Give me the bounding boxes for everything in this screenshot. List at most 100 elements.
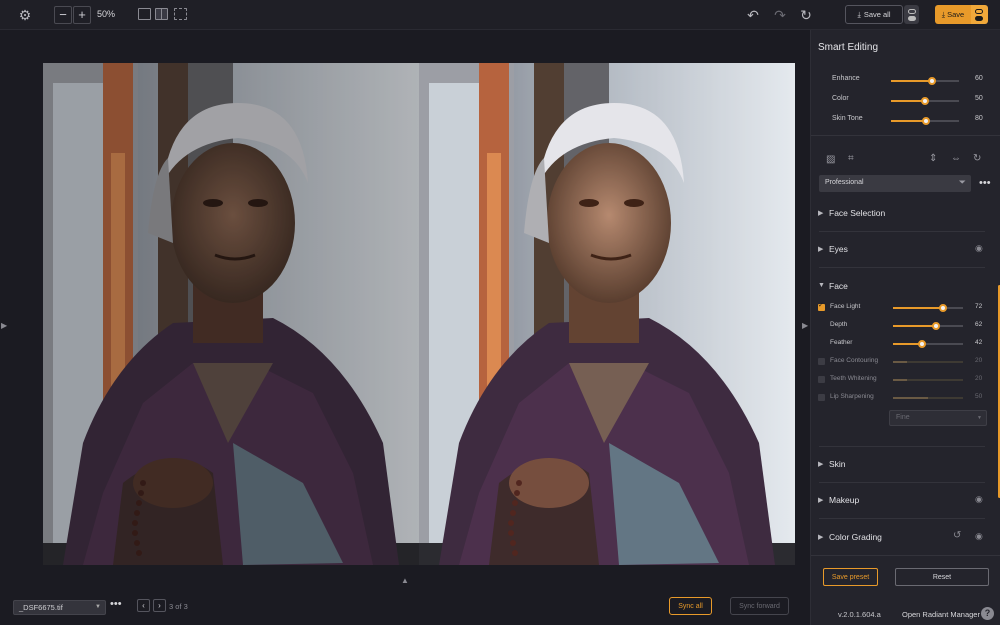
face-light-checkbox[interactable]: [818, 301, 825, 311]
file-name: _DSF6675.tif: [19, 603, 63, 612]
divider: [819, 446, 985, 447]
slider-knob[interactable]: [927, 77, 936, 85]
depth-slider[interactable]: [893, 322, 963, 330]
section-color-grading[interactable]: ▶ Color Grading ↺ ◉: [811, 530, 1000, 546]
zoom-in-button[interactable]: +: [73, 6, 91, 24]
enhance-slider[interactable]: [891, 77, 959, 85]
bottom-bar: _DSF6675.tif ▼ ••• ‹ › 3 of 3 Sync all S…: [0, 595, 810, 625]
next-image-button[interactable]: ›: [153, 599, 166, 612]
zoom-level: 50%: [97, 9, 116, 19]
chevron-down-icon: ▼: [95, 604, 101, 610]
skin-tone-slider[interactable]: [891, 117, 959, 125]
rotate-icon[interactable]: ↻: [973, 153, 981, 164]
save-all-button[interactable]: ⤓ Save all: [845, 5, 903, 24]
section-title: Face Selection: [829, 208, 886, 218]
face-contouring-slider[interactable]: [893, 361, 963, 363]
section-face-selection[interactable]: ▶ Face Selection: [811, 206, 1000, 222]
section-face[interactable]: ▼ Face: [811, 279, 1000, 295]
preset-select[interactable]: Professional ⏷: [819, 175, 971, 192]
slider-knob[interactable]: [939, 304, 948, 312]
flip-horizontal-icon[interactable]: ⇔: [951, 153, 961, 164]
image-count: 3 of 3: [169, 602, 188, 611]
filter-icon[interactable]: ⏷: [959, 177, 966, 188]
select-value: Fine: [896, 414, 910, 421]
control-label: Face Contouring: [830, 357, 879, 364]
color-slider-row: Color 50: [811, 95, 1000, 107]
right-panel-collapse-icon[interactable]: ▶: [802, 321, 808, 330]
divider: [819, 518, 985, 519]
face-light-slider[interactable]: [893, 304, 963, 312]
save-all-options-toggle[interactable]: [904, 5, 919, 24]
download-icon: ⤓: [941, 9, 946, 19]
slider-knob[interactable]: [932, 322, 941, 330]
chevron-right-icon: ▶: [818, 461, 824, 468]
visibility-off-icon[interactable]: ◉: [975, 243, 983, 254]
prev-image-button[interactable]: ‹: [137, 599, 150, 612]
download-icon: ⤓: [857, 9, 861, 19]
crop-icon[interactable]: ⌗: [848, 153, 854, 164]
image-icon[interactable]: ▨: [826, 154, 835, 165]
zoom-out-button[interactable]: −: [54, 6, 72, 24]
slider-label: Enhance: [832, 75, 860, 82]
help-icon[interactable]: ?: [981, 607, 994, 620]
undo-icon[interactable]: ↶: [746, 6, 760, 24]
lip-sharpening-checkbox[interactable]: [818, 394, 825, 401]
sync-all-button[interactable]: Sync all: [669, 597, 712, 615]
teeth-whitening-slider[interactable]: [893, 379, 963, 381]
file-more-icon[interactable]: •••: [110, 598, 122, 610]
visibility-off-icon[interactable]: ◉: [975, 494, 983, 505]
toggle-top-icon: [975, 9, 983, 14]
lip-sharpening-slider[interactable]: [893, 397, 963, 399]
teeth-whitening-checkbox[interactable]: [818, 376, 825, 383]
slider-knob[interactable]: [921, 97, 929, 105]
slider-knob[interactable]: [918, 340, 927, 348]
open-radiant-manager-link[interactable]: Open Radiant Manager: [902, 610, 980, 619]
divider: [819, 482, 985, 483]
single-view-icon[interactable]: [138, 8, 151, 20]
slider-label: Color: [832, 95, 849, 102]
visibility-off-icon[interactable]: ◉: [975, 531, 983, 542]
save-preset-button[interactable]: Save preset: [823, 568, 878, 586]
sync-forward-button[interactable]: Sync forward: [730, 597, 789, 615]
app-window: ⚙ − + 50% ↶ ↷ ↻ ⤓ Save all ⤓ Save ▶ ▶ ▲ …: [0, 0, 1000, 625]
chevron-right-icon: ▶: [818, 497, 824, 504]
chevron-right-icon: ▶: [818, 210, 824, 217]
face-contouring-row: Face Contouring 20: [811, 357, 1000, 368]
save-options-toggle[interactable]: [971, 5, 988, 24]
flip-vertical-icon[interactable]: ⇕: [929, 153, 937, 164]
control-value: 20: [975, 357, 983, 364]
settings-gear-icon[interactable]: ⚙: [17, 6, 33, 24]
sharpening-mode-select[interactable]: Fine ▼: [889, 410, 987, 426]
split-view-icon[interactable]: [155, 8, 168, 20]
face-contouring-checkbox[interactable]: [818, 358, 825, 365]
reset-rotate-icon[interactable]: ↻: [799, 6, 813, 24]
section-makeup[interactable]: ▶ Makeup ◉: [811, 493, 1000, 509]
skin-tone-slider-row: Skin Tone 80: [811, 115, 1000, 127]
filmstrip-expand-icon[interactable]: ▲: [401, 576, 409, 585]
divider: [811, 135, 1000, 136]
slider-value: 80: [975, 115, 983, 122]
section-skin[interactable]: ▶ Skin: [811, 457, 1000, 473]
toggle-top-icon: [908, 9, 916, 14]
save-button[interactable]: ⤓ Save: [935, 5, 971, 24]
after-photo: [419, 63, 795, 565]
control-label: Teeth Whitening: [830, 375, 877, 382]
section-eyes[interactable]: ▶ Eyes ◉: [811, 242, 1000, 258]
panel-title: Smart Editing: [818, 42, 879, 53]
toggle-bottom-icon: [975, 16, 983, 21]
preset-more-icon[interactable]: •••: [979, 177, 991, 189]
reset-button[interactable]: Reset: [895, 568, 989, 586]
file-select[interactable]: _DSF6675.tif ▼: [13, 600, 106, 615]
redo-icon[interactable]: ↷: [773, 6, 787, 24]
chevron-right-icon: ▶: [818, 246, 824, 253]
feather-slider[interactable]: [893, 340, 963, 348]
slider-knob[interactable]: [922, 117, 931, 125]
slider-fill: [893, 307, 944, 309]
section-title: Skin: [829, 459, 846, 469]
slider-fill: [893, 397, 928, 399]
color-slider[interactable]: [891, 97, 959, 105]
crop-view-icon[interactable]: [174, 8, 187, 20]
reset-icon[interactable]: ↺: [953, 530, 961, 541]
left-panel-expand-icon[interactable]: ▶: [1, 321, 7, 330]
control-value: 50: [975, 393, 983, 400]
